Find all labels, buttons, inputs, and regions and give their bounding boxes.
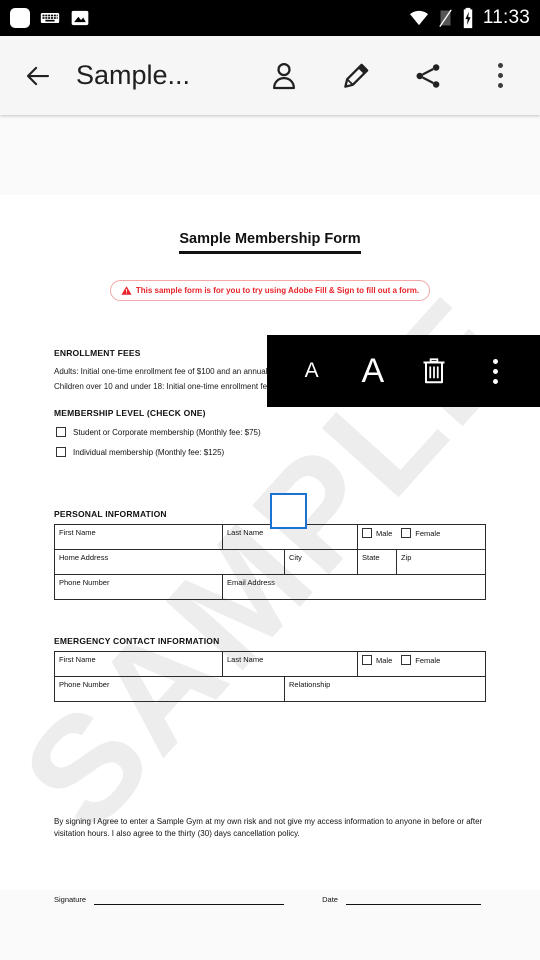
membership-option-individual-label: Individual membership (Monthly fee: $125…	[73, 447, 225, 457]
gender-group: Male Female	[362, 655, 481, 665]
person-button[interactable]	[260, 52, 308, 100]
checkbox-icon[interactable]	[362, 655, 372, 665]
decrease-font-size-button[interactable]: A	[289, 343, 335, 399]
overflow-menu-icon	[497, 63, 503, 88]
gender-male[interactable]: Male	[362, 528, 392, 538]
table-row: Phone Number Email Address	[54, 574, 486, 600]
share-icon	[416, 63, 440, 88]
signature-row: Signature Date	[54, 895, 486, 905]
document-page: SAMPLE Sample Membership Form This sampl…	[0, 195, 540, 905]
cell-relationship[interactable]: Relationship	[284, 676, 486, 702]
keyboard-icon	[40, 13, 60, 23]
app-bar-actions	[260, 52, 526, 100]
sample-notice-banner: This sample form is for you to try using…	[110, 280, 430, 301]
app-bar: Sample...	[0, 36, 540, 115]
cell-email-address[interactable]: Email Address	[222, 574, 486, 600]
cell-first-name[interactable]: First Name	[54, 524, 223, 550]
font-small-a-icon: A	[304, 359, 319, 382]
battery-charging-icon	[463, 7, 473, 29]
gender-male-label: Male	[376, 655, 393, 665]
gender-female-label: Female	[415, 655, 441, 665]
signature-line[interactable]	[94, 904, 285, 905]
selected-form-field[interactable]	[270, 493, 307, 529]
checkbox-icon[interactable]	[401, 528, 412, 538]
app-bar-overflow-button[interactable]	[476, 52, 524, 100]
image-icon	[71, 10, 89, 26]
cell-emergency-phone[interactable]: Phone Number	[54, 676, 285, 702]
emergency-contact-table: First Name Last Name Male Female Phone N…	[54, 651, 486, 702]
signature-label: Signature	[54, 895, 87, 904]
personal-information-heading: PERSONAL INFORMATION	[54, 509, 167, 519]
agreement-paragraph: By signing I Agree to enter a Sample Gym…	[54, 817, 483, 839]
checkbox-icon[interactable]	[56, 427, 66, 437]
screen: 11:33 Sample... SAMPLE Sample Membership…	[0, 0, 540, 960]
edit-toolbar: A A	[267, 335, 540, 407]
status-bar: 11:33	[0, 0, 540, 36]
checkbox-icon[interactable]	[401, 655, 412, 665]
gender-female-label: Female	[415, 528, 441, 538]
pen-icon	[344, 63, 369, 88]
cell-emergency-first-name[interactable]: First Name	[54, 651, 223, 677]
membership-level-heading: MEMBERSHIP LEVEL (CHECK ONE)	[54, 408, 206, 418]
form-title: Sample Membership Form	[0, 231, 540, 254]
status-bar-right: 11:33	[408, 7, 530, 29]
cell-emergency-last-name[interactable]: Last Name	[222, 651, 358, 677]
edit-toolbar-overflow-button[interactable]	[472, 343, 518, 399]
font-large-a-icon: A	[361, 351, 385, 390]
share-button[interactable]	[404, 52, 452, 100]
gender-male-label: Male	[376, 528, 393, 538]
document-title: Sample...	[76, 60, 191, 90]
table-row: Home Address City State Zip	[54, 549, 486, 575]
gender-group: Male Female	[362, 528, 481, 538]
enrollment-fees-heading: ENROLLMENT FEES	[54, 348, 141, 358]
cell-home-address[interactable]: Home Address	[54, 549, 285, 575]
personal-information-table: First Name Last Name Male Female Home Ad…	[54, 524, 486, 600]
sign-button[interactable]	[332, 52, 380, 100]
status-bar-left	[10, 8, 90, 28]
membership-option-student-label: Student or Corporate membership (Monthly…	[73, 427, 261, 437]
wifi-icon	[409, 10, 428, 26]
cell-state[interactable]: State	[357, 549, 397, 575]
cell-zip[interactable]: Zip	[396, 549, 486, 575]
document-viewer[interactable]: SAMPLE Sample Membership Form This sampl…	[0, 115, 540, 960]
enrollment-fees-line-2: Children over 10 and under 18: Initial o…	[54, 382, 296, 391]
membership-option-individual[interactable]: Individual membership (Monthly fee: $125…	[56, 447, 224, 457]
table-row: First Name Last Name Male Female	[54, 651, 486, 677]
increase-font-size-button[interactable]: A	[350, 343, 396, 399]
cell-emergency-gender: Male Female	[357, 651, 486, 677]
gender-female[interactable]: Female	[401, 528, 440, 538]
form-content: Sample Membership Form This sample form …	[0, 195, 540, 905]
cell-city[interactable]: City	[284, 549, 358, 575]
status-bar-clock: 11:33	[482, 7, 530, 28]
app-square-icon	[10, 8, 30, 28]
checkbox-icon[interactable]	[56, 447, 66, 457]
overflow-menu-icon	[492, 358, 498, 384]
trash-icon	[423, 358, 445, 384]
back-arrow-icon	[26, 66, 50, 85]
no-sim-icon	[439, 9, 452, 28]
membership-option-student[interactable]: Student or Corporate membership (Monthly…	[56, 427, 261, 437]
delete-button[interactable]	[411, 343, 457, 399]
checkbox-icon[interactable]	[362, 528, 372, 538]
cell-phone-number[interactable]: Phone Number	[54, 574, 223, 600]
gender-female[interactable]: Female	[401, 655, 440, 665]
sample-notice-text: This sample form is for you to try using…	[135, 286, 420, 295]
emergency-contact-heading: EMERGENCY CONTACT INFORMATION	[54, 636, 220, 646]
person-icon	[273, 62, 295, 89]
back-button[interactable]	[14, 52, 62, 100]
gender-male[interactable]: Male	[362, 655, 392, 665]
cell-gender: Male Female	[357, 524, 486, 550]
warning-triangle-icon	[121, 286, 132, 295]
date-label: Date	[322, 895, 338, 904]
form-title-text: Sample Membership Form	[179, 231, 361, 254]
table-row: Phone Number Relationship	[54, 676, 486, 702]
date-line[interactable]	[345, 904, 481, 905]
